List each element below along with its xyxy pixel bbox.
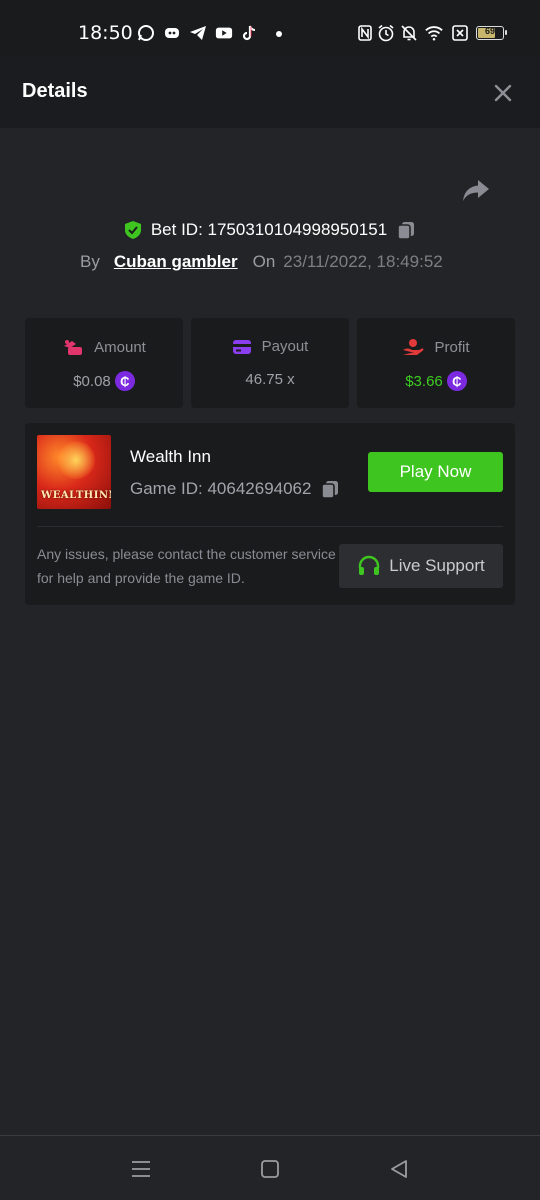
share-icon [463, 180, 489, 201]
username-link[interactable]: Cuban gambler [114, 252, 238, 272]
home-icon [261, 1160, 279, 1178]
amount-icon [64, 340, 83, 355]
details-header: Details [0, 56, 540, 128]
alarm-icon [377, 24, 395, 42]
payout-value: 46.75 x [245, 371, 295, 388]
headset-icon [359, 555, 380, 575]
mute-icon [400, 24, 418, 42]
battery-level: 69 [484, 26, 495, 36]
divider [37, 526, 503, 527]
support-help-text: Any issues, please contact the customer … [37, 546, 336, 586]
close-button[interactable] [490, 80, 516, 106]
back-button[interactable] [386, 1156, 412, 1182]
by-label: By [80, 252, 100, 271]
bet-author-row: By Cuban gambler On 23/11/2022, 18:49:52 [80, 250, 443, 274]
menu-icon [132, 1161, 150, 1177]
game-id: Game ID: 40642694062 [130, 479, 312, 498]
back-icon [391, 1160, 407, 1178]
home-button[interactable] [257, 1156, 283, 1182]
no-sim-icon [451, 24, 469, 42]
verified-shield-icon [124, 221, 141, 239]
copy-icon[interactable] [395, 219, 417, 241]
amount-label: Amount [94, 338, 146, 356]
share-button[interactable] [460, 176, 492, 206]
whatsapp-icon [137, 24, 155, 42]
nfc-icon [356, 24, 374, 42]
live-support-label: Live Support [389, 556, 485, 575]
payout-card: Payout 46.75 x [191, 318, 349, 408]
tiktok-icon [241, 24, 259, 42]
copy-icon[interactable] [319, 478, 341, 500]
bet-datetime: 23/11/2022, 18:49:52 [283, 252, 443, 271]
close-icon [494, 84, 512, 102]
telegram-icon [189, 24, 207, 42]
payout-label: Payout [261, 338, 309, 355]
on-label: On [252, 252, 276, 271]
game-id-row: Game ID: 40642694062 [130, 478, 341, 500]
card-icon [232, 339, 251, 354]
bet-id-row: Bet ID: 1750310104998950151 [0, 216, 540, 244]
play-now-button[interactable]: Play Now [368, 452, 503, 492]
game-panel: WEALTHINN Wealth Inn Game ID: 4064269406… [25, 423, 515, 605]
coin-icon: ₵ [446, 371, 467, 391]
profit-card: Profit $3.66 ₵ [357, 318, 515, 408]
game-thumbnail[interactable]: WEALTHINN [37, 435, 111, 509]
live-support-button[interactable]: Live Support [339, 544, 503, 588]
coin-icon: ₵ [114, 371, 135, 391]
system-nav-bar [0, 1135, 540, 1200]
notification-dot [276, 31, 282, 37]
page-title: Details [22, 80, 88, 102]
bet-id: Bet ID: 1750310104998950151 [150, 220, 388, 239]
profit-value: $3.66 [405, 372, 443, 390]
discord-icon [163, 24, 181, 42]
profit-icon [403, 339, 424, 355]
profit-label: Profit [434, 338, 470, 356]
game-name: Wealth Inn [130, 447, 211, 466]
amount-value: $0.08 [73, 372, 111, 390]
battery-indicator: 69 [476, 26, 507, 40]
game-thumbnail-logo: WEALTHINN [41, 490, 111, 501]
status-time: 18:50 [78, 22, 133, 44]
amount-card: Amount $0.08 ₵ [25, 318, 183, 408]
recents-button[interactable] [128, 1156, 154, 1182]
wifi-icon [425, 24, 443, 42]
status-bar: 18:50 69 [0, 0, 540, 56]
youtube-icon [215, 24, 233, 42]
